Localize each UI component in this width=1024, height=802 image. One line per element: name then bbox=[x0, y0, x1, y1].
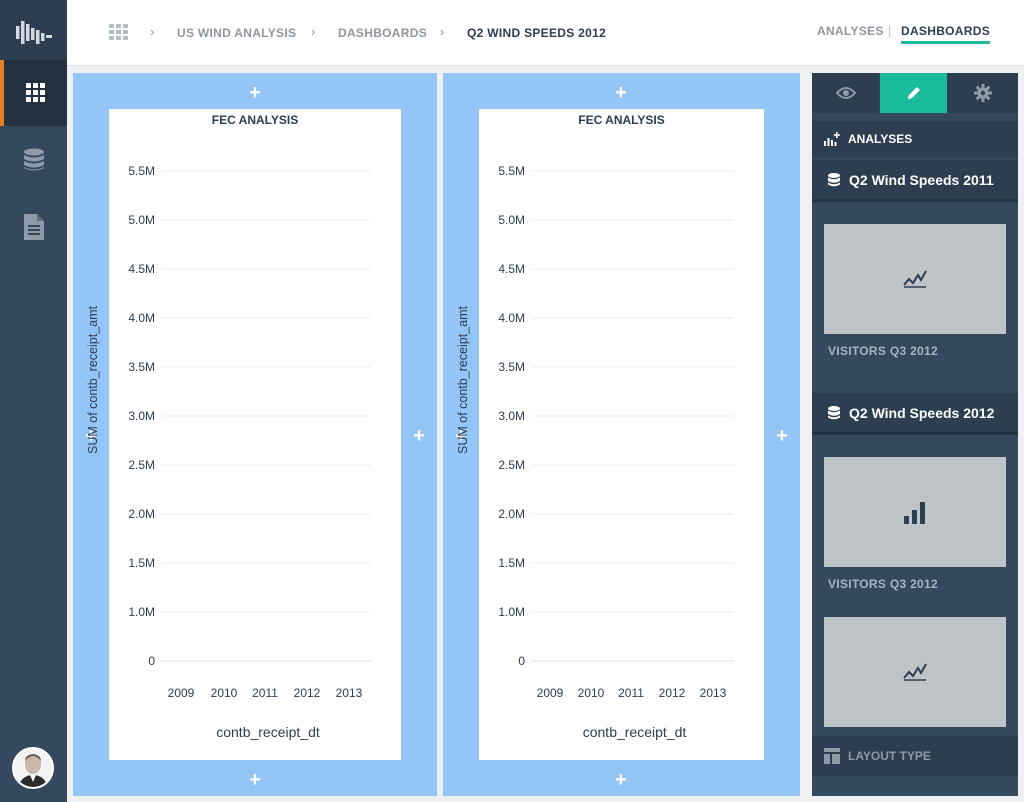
eye-icon bbox=[835, 87, 856, 99]
logo-icon[interactable] bbox=[0, 0, 67, 66]
bar-chart-icon bbox=[904, 502, 925, 524]
edit-mode-tab[interactable] bbox=[880, 73, 947, 113]
right-sidebar: ANALYSES Q2 Wind Speeds 2011 VISITORS Q3… bbox=[812, 73, 1018, 796]
top-bar: › US WIND ANALYSIS › DASHBOARDS › Q2 WIN… bbox=[67, 0, 1024, 66]
dashboard-panel: + + + + SUM of contb_receipt_amt FEC ANA… bbox=[443, 73, 800, 796]
topnav-dashboards[interactable]: DASHBOARDS bbox=[901, 24, 991, 44]
analyses-add-icon[interactable] bbox=[824, 132, 840, 146]
analysis-thumbnail-label: VISITORS Q3 2012 bbox=[828, 577, 938, 591]
analysis-thumbnail[interactable] bbox=[824, 224, 1006, 334]
y-tick-label: 3.0M bbox=[498, 409, 525, 423]
analysis-thumbnail[interactable] bbox=[824, 457, 1006, 567]
analyses-section-header: ANALYSES bbox=[812, 121, 1018, 157]
y-tick-label: 0 bbox=[148, 654, 155, 668]
x-tick-label: 2012 bbox=[294, 686, 321, 700]
topnav-analyses[interactable]: ANALYSES bbox=[817, 24, 884, 38]
x-tick-label: 2010 bbox=[578, 686, 605, 700]
y-tick-label: 3.5M bbox=[498, 360, 525, 374]
chart-plot: 0 1.0M 1.5M 2.0M 2.5M 3.0M 3.5M 4.0M 4.5M 5.0M 5.5… bbox=[498, 164, 734, 740]
breadcrumb-chevron-icon: › bbox=[311, 24, 316, 39]
analysis-group-title: Q2 Wind Speeds 2011 bbox=[849, 171, 994, 188]
x-tick-label: 2012 bbox=[659, 686, 686, 700]
layout-icon bbox=[824, 748, 840, 764]
x-tick-label: 2011 bbox=[252, 686, 278, 700]
topnav-divider: | bbox=[888, 23, 892, 38]
analysis-group-header[interactable]: Q2 Wind Speeds 2011 bbox=[812, 160, 1018, 202]
chart-y-axis-label: SUM of contb_receipt_amt bbox=[86, 306, 100, 454]
breadcrumb-chevron-icon: › bbox=[440, 24, 445, 39]
breadcrumb-dashboards[interactable]: DASHBOARDS bbox=[338, 26, 427, 40]
analyses-section-label: ANALYSES bbox=[848, 132, 913, 146]
y-tick-label: 2.5M bbox=[128, 458, 155, 472]
chart-x-axis-label: contb_receipt_dt bbox=[583, 724, 687, 740]
y-tick-label: 0 bbox=[518, 654, 525, 668]
y-tick-label: 5.0M bbox=[498, 213, 525, 227]
y-tick-label: 1.5M bbox=[128, 556, 155, 570]
gear-icon bbox=[973, 84, 992, 102]
y-tick-label: 5.5M bbox=[128, 164, 155, 178]
settings-tab[interactable] bbox=[947, 73, 1018, 113]
x-tick-label: 2013 bbox=[336, 686, 363, 700]
y-tick-label: 5.0M bbox=[128, 213, 155, 227]
x-tick-label: 2013 bbox=[700, 686, 727, 700]
database-icon bbox=[828, 172, 840, 186]
analysis-thumbnail[interactable] bbox=[824, 617, 1006, 727]
user-avatar[interactable] bbox=[12, 747, 54, 789]
breadcrumb-chevron-icon: › bbox=[150, 24, 155, 39]
line-chart-icon bbox=[903, 663, 927, 681]
nav-document-icon[interactable] bbox=[0, 194, 67, 260]
line-chart-icon bbox=[903, 270, 927, 288]
y-tick-label: 2.0M bbox=[128, 507, 155, 521]
analysis-group-header[interactable]: Q2 Wind Speeds 2012 bbox=[812, 393, 1018, 435]
x-tick-label: 2010 bbox=[211, 686, 238, 700]
breadcrumb-current-dashboard: Q2 WIND SPEEDS 2012 bbox=[467, 26, 607, 40]
y-tick-label: 4.5M bbox=[498, 262, 525, 276]
apps-grid-icon[interactable] bbox=[109, 24, 129, 41]
view-mode-tab[interactable] bbox=[812, 73, 879, 113]
add-column-right-icon[interactable]: + bbox=[409, 426, 429, 446]
y-tick-label: 2.0M bbox=[498, 507, 525, 521]
y-tick-label: 1.5M bbox=[498, 556, 525, 570]
y-tick-label: 1.0M bbox=[498, 605, 525, 619]
chart-card[interactable]: FEC ANALYSIS 0 1.0M 1.5M 2.0M 2.5M 3.0M 3.5M 4.… bbox=[479, 109, 764, 760]
x-tick-label: 2011 bbox=[618, 686, 644, 700]
add-column-right-icon[interactable]: + bbox=[772, 426, 792, 446]
y-tick-label: 3.5M bbox=[128, 360, 155, 374]
breadcrumb-us-wind-analysis[interactable]: US WIND ANALYSIS bbox=[177, 26, 296, 40]
y-tick-label: 4.0M bbox=[498, 311, 525, 325]
database-icon bbox=[828, 405, 840, 419]
grid-icon bbox=[25, 83, 45, 102]
y-tick-label: 2.5M bbox=[498, 458, 525, 472]
left-nav bbox=[0, 0, 67, 802]
nav-database-icon[interactable] bbox=[0, 127, 67, 193]
add-row-below-icon[interactable]: + bbox=[245, 770, 265, 790]
y-tick-label: 3.0M bbox=[128, 409, 155, 423]
add-row-above-icon[interactable]: + bbox=[245, 83, 265, 103]
layout-type-header[interactable]: LAYOUT TYPE bbox=[812, 736, 1018, 776]
y-tick-label: 5.5M bbox=[498, 164, 525, 178]
chart-y-axis-label: SUM of contb_receipt_amt bbox=[456, 306, 470, 454]
pencil-icon bbox=[907, 87, 920, 100]
dashboard-panel: + + + + SUM of contb_receipt_amt FEC ANA… bbox=[73, 73, 437, 796]
add-row-below-icon[interactable]: + bbox=[611, 770, 631, 790]
y-tick-label: 4.5M bbox=[128, 262, 155, 276]
x-tick-label: 2009 bbox=[168, 686, 195, 700]
analysis-group-title: Q2 Wind Speeds 2012 bbox=[849, 404, 995, 421]
add-row-above-icon[interactable]: + bbox=[611, 83, 631, 103]
chart-card[interactable]: FEC ANALYSIS 0 1.0M 1.5M 2.0M 2.5M 3.0M 3.5M 4.… bbox=[109, 109, 401, 760]
layout-type-label: LAYOUT TYPE bbox=[848, 749, 931, 763]
x-tick-label: 2009 bbox=[537, 686, 564, 700]
chart-plot: 0 1.0M 1.5M 2.0M 2.5M 3.0M 3.5M 4.0M 4.5M 5.0M 5.5… bbox=[128, 164, 371, 740]
y-tick-label: 4.0M bbox=[128, 311, 155, 325]
nav-dashboards-icon[interactable] bbox=[0, 60, 67, 126]
y-tick-label: 1.0M bbox=[128, 605, 155, 619]
chart-x-axis-label: contb_receipt_dt bbox=[216, 724, 320, 740]
analysis-thumbnail-label: VISITORS Q3 2012 bbox=[828, 344, 938, 358]
